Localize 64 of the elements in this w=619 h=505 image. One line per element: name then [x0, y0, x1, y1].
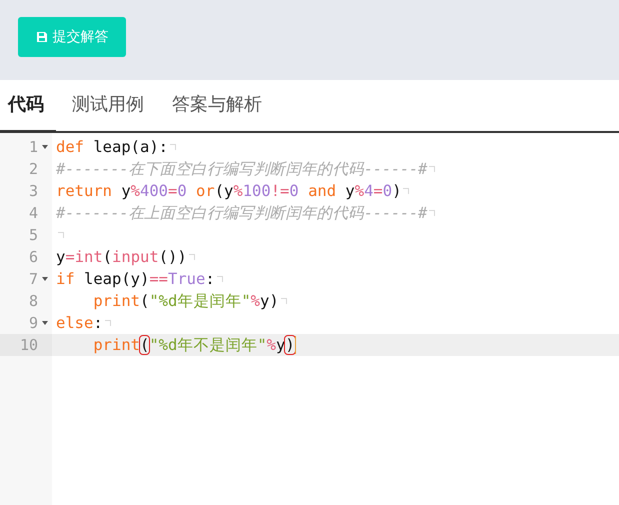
code-token: print: [92, 292, 140, 310]
code-token: 0: [382, 182, 392, 200]
code-token: y: [120, 182, 131, 200]
code-token: else: [56, 314, 94, 332]
code-token: :: [93, 314, 103, 332]
tab[interactable]: 测试用例: [62, 80, 156, 131]
text-cursor: [294, 336, 296, 354]
code-token: leap(a):: [92, 138, 168, 156]
code-token: (: [140, 292, 150, 310]
code-token: y: [344, 182, 355, 200]
code-token: =: [168, 182, 178, 200]
line-number: 9: [28, 314, 38, 332]
line-number: 6: [28, 248, 38, 266]
code-token: #-------在上面空白行编写判断闰年的代码------#: [56, 202, 427, 224]
line-number: 5: [28, 226, 38, 244]
line-number: 4: [28, 204, 38, 222]
fold-caret-icon[interactable]: [42, 145, 48, 149]
line-number: 8: [28, 292, 38, 310]
code-token: 0: [289, 182, 299, 200]
code-token: "%d年是闰年": [149, 290, 251, 312]
line-number: 1: [28, 138, 38, 156]
code-token: and: [307, 182, 336, 200]
code-token: def: [56, 138, 84, 156]
line-number: 7: [28, 270, 38, 288]
tab[interactable]: 答案与解析: [162, 80, 274, 131]
code-token: int: [74, 248, 103, 266]
code-token: %: [250, 292, 260, 310]
code-token: ()): [158, 248, 187, 266]
code-token: ==: [149, 270, 168, 288]
code-token: 4: [364, 182, 374, 200]
code-token: %: [233, 182, 243, 200]
code-token: (: [102, 248, 112, 266]
code-token: "%d年不是闰年": [149, 334, 267, 356]
code-token: ): [285, 336, 295, 354]
code-token: !=: [270, 182, 290, 200]
code-token: leap(y): [83, 270, 150, 288]
code-token: %: [130, 182, 140, 200]
code-token: or: [195, 182, 215, 200]
fold-caret-icon[interactable]: [42, 321, 48, 325]
code-token: 100: [242, 182, 271, 200]
code-token: print: [92, 336, 140, 354]
save-icon: [36, 31, 48, 43]
code-token: 400: [140, 182, 168, 200]
code-token: =: [373, 182, 383, 200]
line-number: 2: [28, 160, 38, 178]
line-number: 3: [28, 182, 38, 200]
code-token: =: [65, 248, 75, 266]
code-token: ): [392, 182, 402, 200]
line-number: 10: [20, 336, 38, 354]
code-token: if: [56, 270, 75, 288]
code-token: :: [205, 270, 215, 288]
code-token: (y: [214, 182, 234, 200]
code-token: %: [266, 336, 276, 354]
code-token: input: [112, 248, 159, 266]
code-token: True: [168, 270, 206, 288]
code-token: y): [260, 292, 279, 310]
code-token: %: [354, 182, 364, 200]
code-token: 0: [177, 182, 187, 200]
code-token: y: [276, 336, 286, 354]
code-token: return: [56, 182, 112, 200]
code-token: #-------在下面空白行编写判断闰年的代码------#: [56, 158, 427, 180]
fold-caret-icon[interactable]: [42, 277, 48, 281]
code-token: (: [140, 336, 150, 354]
code-token: y: [56, 248, 66, 266]
